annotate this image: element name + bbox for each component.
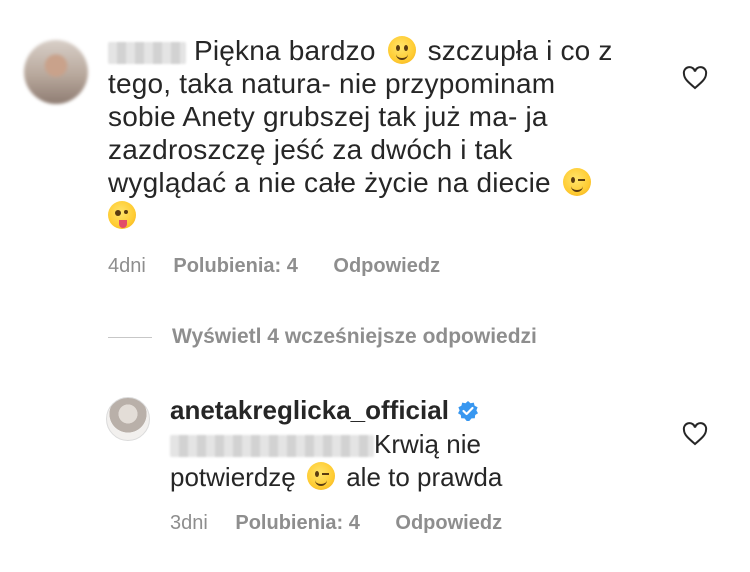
likes-count-link[interactable]: Polubienia: 4: [235, 512, 359, 534]
comment-1-text-part: Piękna bardzo: [193, 35, 376, 66]
reply-username[interactable]: anetakreglicka_official: [170, 395, 449, 426]
likes-count-link[interactable]: Polubienia: 4: [173, 255, 297, 277]
comment-1-text-part: szczupła i co z: [427, 35, 613, 66]
reply-username-row: anetakreglicka_official: [170, 395, 479, 426]
comment-1-text: Piękna bardzo szczupła i co z tego, taka…: [108, 34, 628, 232]
reply-avatar[interactable]: [106, 397, 150, 441]
wink-emoji: [562, 168, 591, 196]
reply-button[interactable]: Odpowiedz: [333, 255, 440, 277]
like-heart-icon[interactable]: [682, 66, 708, 90]
blurred-username[interactable]: [108, 41, 186, 64]
like-heart-icon[interactable]: [682, 422, 708, 446]
reply-time: 3dni: [170, 512, 208, 534]
blurred-mention[interactable]: [170, 435, 374, 458]
reply-text-part: Krwią nie: [374, 429, 481, 459]
zany-face-emoji: [108, 201, 136, 229]
reply-text-part: potwierdzę: [170, 462, 296, 492]
reply-button[interactable]: Odpowiedz: [395, 512, 502, 534]
view-replies-label: Wyświetl 4 wcześniejsze odpowiedzi: [172, 325, 537, 348]
smile-emoji: [387, 36, 416, 64]
commenter-avatar-blurred[interactable]: [24, 40, 88, 104]
comment-time: 4dni: [108, 255, 146, 277]
verified-badge-icon: [457, 400, 478, 421]
view-previous-replies-link[interactable]: Wyświetl 4 wcześniejsze odpowiedzi: [108, 325, 537, 349]
reply-meta: 3dni Polubienia: 4 Odpowiedz: [170, 512, 502, 535]
comment-1-text-part: tego, taka natura- nie przypominam sobie…: [108, 68, 556, 198]
reply-text-part: ale to prawda: [346, 462, 503, 492]
divider-line: [108, 336, 152, 338]
wink-emoji: [306, 462, 335, 490]
comment-1-meta: 4dni Polubienia: 4 Odpowiedz: [108, 255, 440, 278]
reply-text: Krwią nie potwierdzę ale to prawda: [170, 428, 590, 494]
